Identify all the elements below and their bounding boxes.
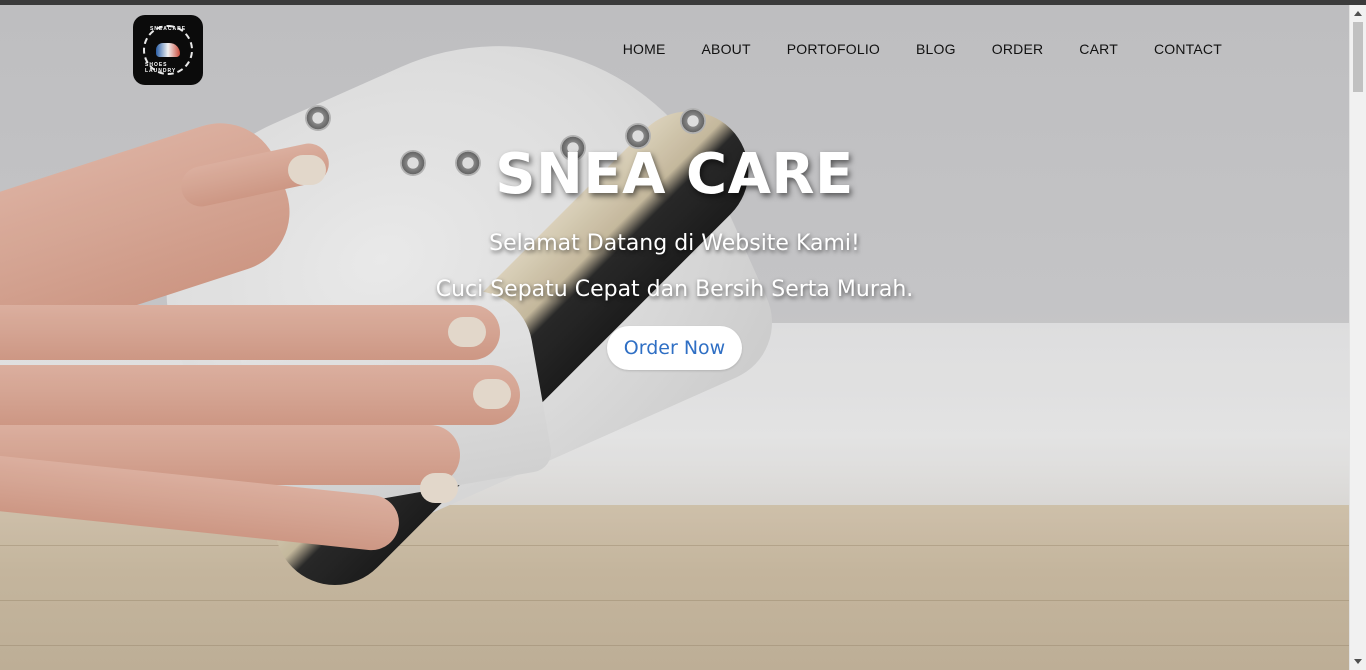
logo-emblem: SNEACARE SHOES LAUNDRY — [143, 25, 193, 75]
site-logo[interactable]: SNEACARE SHOES LAUNDRY — [133, 15, 203, 85]
hero-content: SNEA CARE Selamat Datang di Website Kami… — [0, 140, 1349, 370]
logo-text-bottom: SHOES LAUNDRY — [145, 62, 177, 74]
scroll-down-arrow-icon[interactable] — [1354, 659, 1362, 664]
nav-cart[interactable]: CART — [1079, 41, 1118, 57]
scroll-up-arrow-icon[interactable] — [1354, 11, 1362, 16]
nav-contact[interactable]: CONTACT — [1154, 41, 1222, 57]
order-now-button[interactable]: Order Now — [606, 326, 743, 370]
hero-subtitle-tagline: Cuci Sepatu Cepat dan Bersih Serta Murah… — [435, 277, 914, 302]
vertical-scrollbar[interactable] — [1349, 5, 1366, 670]
nav-order[interactable]: ORDER — [992, 41, 1044, 57]
scrollbar-thumb[interactable] — [1353, 22, 1363, 92]
nav-about[interactable]: ABOUT — [702, 41, 751, 57]
main-navigation: HOME ABOUT PORTOFOLIO BLOG ORDER CART CO… — [623, 41, 1222, 57]
logo-text-top: SNEACARE — [149, 26, 187, 32]
nav-blog[interactable]: BLOG — [916, 41, 956, 57]
nav-home[interactable]: HOME — [623, 41, 666, 57]
nav-portofolio[interactable]: PORTOFOLIO — [787, 41, 880, 57]
sneaker-icon — [156, 43, 180, 57]
hero-title: SNEA CARE — [495, 142, 854, 207]
hero-subtitle-welcome: Selamat Datang di Website Kami! — [489, 231, 860, 256]
